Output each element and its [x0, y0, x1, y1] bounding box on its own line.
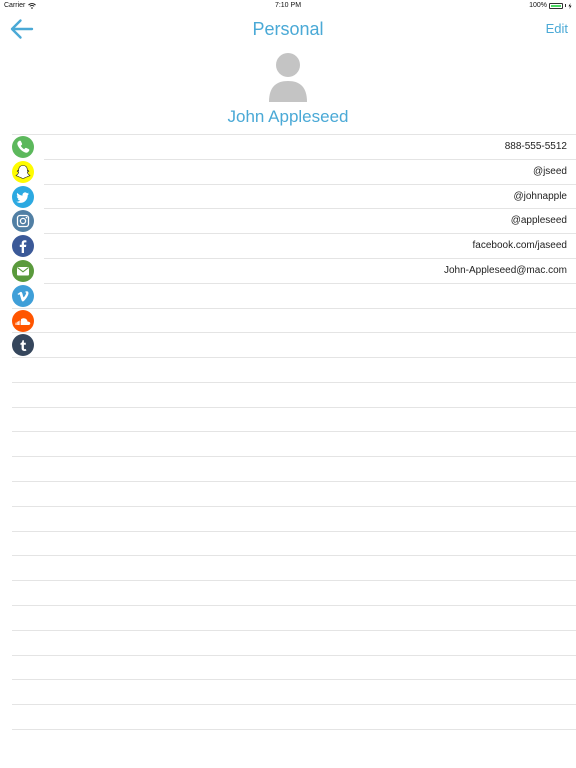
charging-icon — [568, 2, 572, 9]
contact-field-value: @johnapple — [513, 190, 567, 202]
contact-field-row-soundcloud[interactable] — [0, 307, 576, 333]
contact-field-value: John-Appleseed@mac.com — [444, 264, 567, 276]
facebook-icon[interactable] — [12, 235, 34, 258]
empty-row — [12, 629, 576, 655]
contact-field-value: @jseed — [532, 165, 567, 177]
edit-button[interactable]: Edit — [546, 21, 568, 36]
battery-icon — [549, 2, 563, 9]
empty-row — [12, 480, 576, 506]
person-silhouette-icon — [269, 53, 307, 102]
empty-table-area — [12, 357, 576, 754]
contact-field-row-vimeo[interactable] — [0, 282, 576, 308]
empty-row — [12, 604, 576, 630]
empty-row — [12, 654, 576, 680]
contact-field-row-phone[interactable]: 888-555-5512 — [0, 134, 576, 159]
empty-row — [12, 357, 576, 382]
empty-row — [12, 679, 576, 704]
contact-field-row-tumblr[interactable] — [0, 332, 576, 357]
battery-percent: 100% — [529, 2, 547, 9]
contact-field-row-email[interactable]: John-Appleseed@mac.com — [0, 257, 576, 283]
contact-field-value: facebook.com/jaseed — [472, 240, 567, 252]
phone-icon[interactable] — [12, 136, 34, 158]
contact-field-row-snapchat[interactable]: @jseed — [0, 158, 576, 184]
empty-row — [12, 456, 576, 481]
contact-field-list: 888-555-5512 @jseed @johnapple @appleseed fa… — [0, 134, 576, 359]
contact-detail-screen: Carrier 7:10 PM 100% Personal Edit John … — [0, 0, 576, 768]
instagram-icon[interactable] — [12, 210, 34, 233]
twitter-icon[interactable] — [12, 185, 34, 208]
contact-field-row-instagram[interactable]: @appleseed — [0, 208, 576, 233]
navigation-bar: Personal Edit — [0, 12, 576, 46]
empty-row — [12, 381, 576, 407]
empty-row — [12, 406, 576, 432]
contact-field-row-twitter[interactable]: @johnapple — [0, 183, 576, 209]
contact-field-value: @appleseed — [510, 215, 567, 227]
contact-name: John Appleseed — [227, 107, 349, 126]
battery-indicator: 100% — [529, 2, 572, 9]
empty-row — [12, 530, 576, 556]
empty-row — [12, 431, 576, 456]
status-time: 7:10 PM — [274, 2, 302, 9]
page-title: Personal — [252, 19, 324, 39]
contact-field-row-facebook[interactable]: facebook.com/jaseed — [0, 233, 576, 258]
contact-field-value: 888-555-5512 — [504, 141, 567, 152]
email-icon[interactable] — [12, 259, 34, 282]
soundcloud-icon[interactable] — [12, 309, 34, 332]
empty-row — [12, 580, 576, 605]
vimeo-icon[interactable] — [12, 284, 34, 307]
empty-row — [12, 555, 576, 580]
tumblr-icon[interactable] — [12, 334, 34, 357]
empty-row — [12, 505, 576, 531]
snapchat-icon[interactable] — [12, 160, 34, 183]
status-bar: Carrier 7:10 PM 100% — [0, 0, 576, 12]
empty-row — [12, 704, 576, 729]
empty-row — [12, 728, 576, 754]
